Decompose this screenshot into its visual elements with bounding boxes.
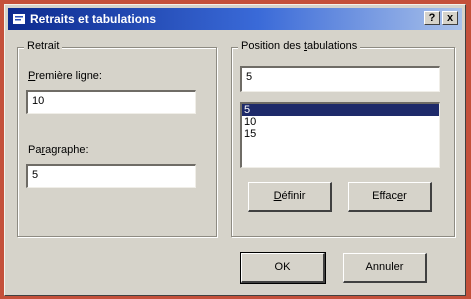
window-title: Retraits et tabulations [30, 12, 157, 26]
dialog-window: Retraits et tabulations ? x Retrait Prem… [4, 4, 466, 296]
paragraphe-label: Paragraphe: [28, 144, 89, 156]
premiere-ligne-label: Première ligne: [28, 70, 102, 82]
cancel-button[interactable]: Annuler [343, 253, 427, 283]
tabulation-position-input[interactable]: 5 [240, 66, 440, 92]
help-icon: ? [428, 12, 436, 24]
tabulations-group-title: Position des tabulations [238, 40, 361, 52]
tabulation-list-item[interactable]: 10 [242, 116, 439, 128]
tabulation-list[interactable]: 5 10 15 [240, 102, 440, 168]
define-button[interactable]: Définir [248, 182, 332, 212]
tabulations-group: Position des tabulations 5 5 10 15 Défin… [231, 40, 455, 237]
title-bar[interactable]: Retraits et tabulations ? x [8, 8, 462, 30]
help-button[interactable]: ? [424, 11, 440, 25]
clear-button[interactable]: Effacer [348, 182, 432, 212]
screenshot-frame: Retraits et tabulations ? x Retrait Prem… [0, 0, 471, 299]
app-icon [13, 14, 25, 24]
close-button[interactable]: x [442, 11, 458, 25]
tabulation-list-item[interactable]: 15 [242, 128, 439, 140]
retrait-group: Retrait Première ligne: 10 Paragraphe: 5 [17, 40, 217, 237]
ok-button[interactable]: OK [240, 252, 326, 284]
tabulation-list-item-selected[interactable]: 5 [242, 104, 439, 116]
retrait-group-title: Retrait [24, 40, 63, 52]
close-icon: x [446, 12, 454, 24]
premiere-ligne-input[interactable]: 10 [26, 90, 196, 114]
paragraphe-input[interactable]: 5 [26, 164, 196, 188]
